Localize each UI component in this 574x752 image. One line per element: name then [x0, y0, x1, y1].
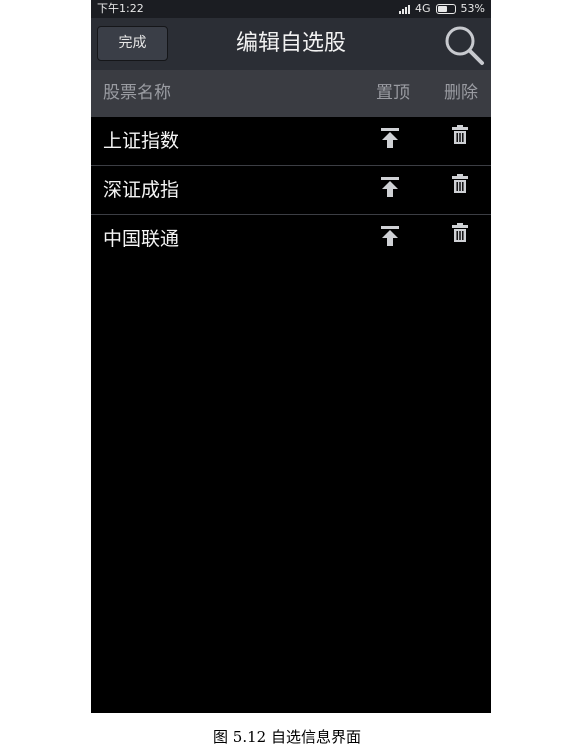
pin-to-top-icon[interactable]	[379, 225, 401, 247]
pin-to-top-icon[interactable]	[379, 176, 401, 198]
figure-caption: 图 5.12 自选信息界面	[213, 728, 361, 746]
column-pin-top: 置顶	[376, 83, 410, 103]
trash-icon[interactable]	[451, 125, 469, 145]
battery-level: 53%	[460, 2, 485, 15]
pin-to-top-icon[interactable]	[379, 127, 401, 149]
column-stock-name: 股票名称	[103, 83, 171, 103]
status-indicators: 4G 53%	[399, 0, 485, 18]
trash-icon[interactable]	[451, 174, 469, 194]
status-time: 下午1:22	[97, 2, 144, 15]
stock-row: 中国联通	[91, 215, 491, 263]
stock-row: 上证指数	[91, 117, 491, 166]
network-type: 4G	[415, 2, 431, 15]
search-icon[interactable]	[443, 24, 485, 66]
signal-icon	[399, 4, 411, 14]
phone-screen: 下午1:22 4G 53% 完成 编辑自选股 股票名称 置顶 删除 上证指数 深…	[91, 0, 491, 713]
nav-bar: 完成 编辑自选股	[91, 18, 491, 70]
stock-row: 深证成指	[91, 166, 491, 215]
column-delete: 删除	[444, 83, 478, 103]
trash-icon[interactable]	[451, 223, 469, 243]
status-bar: 下午1:22 4G 53%	[91, 0, 491, 18]
column-header: 股票名称 置顶 删除	[91, 70, 491, 117]
stock-name: 中国联通	[103, 228, 180, 250]
stock-name: 上证指数	[103, 130, 180, 152]
stock-name: 深证成指	[103, 179, 180, 201]
battery-icon	[435, 4, 456, 14]
stock-list: 上证指数 深证成指 中国联通	[91, 117, 491, 263]
done-button[interactable]: 完成	[97, 26, 168, 61]
